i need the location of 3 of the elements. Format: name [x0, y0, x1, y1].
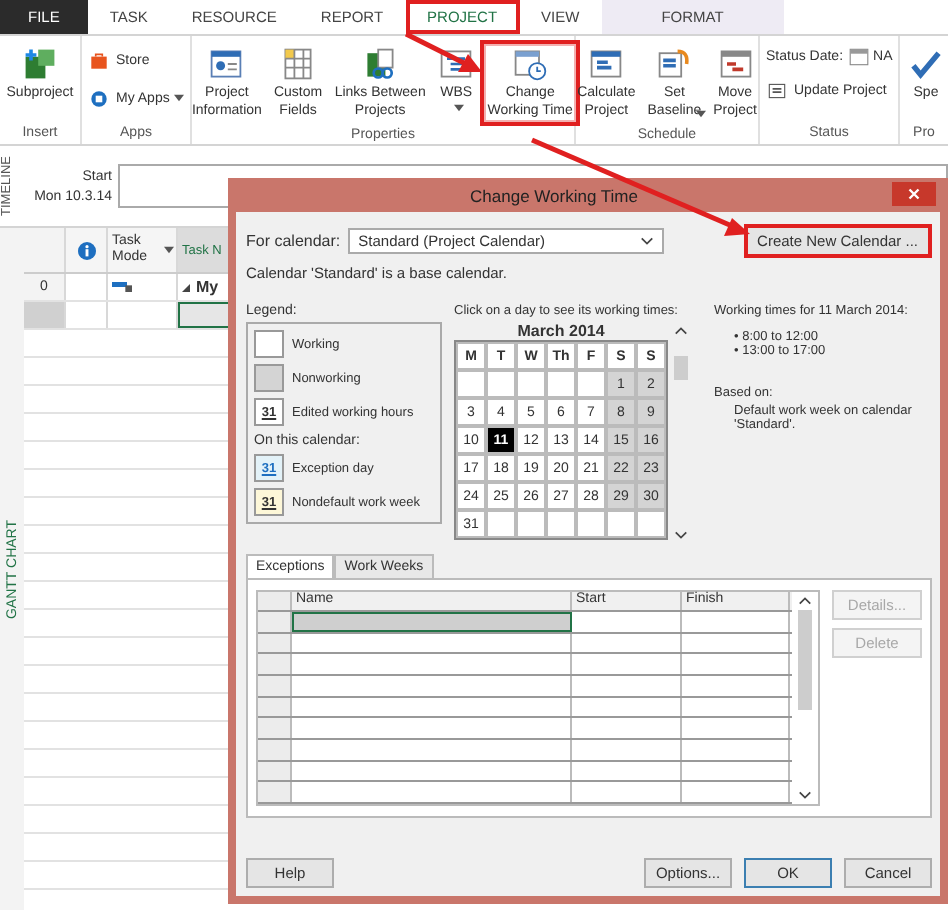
- field-label: For calendar:: [246, 232, 341, 250]
- dialog-title: Change Working Time: [470, 185, 638, 205]
- month-title: March 2014: [515, 322, 607, 340]
